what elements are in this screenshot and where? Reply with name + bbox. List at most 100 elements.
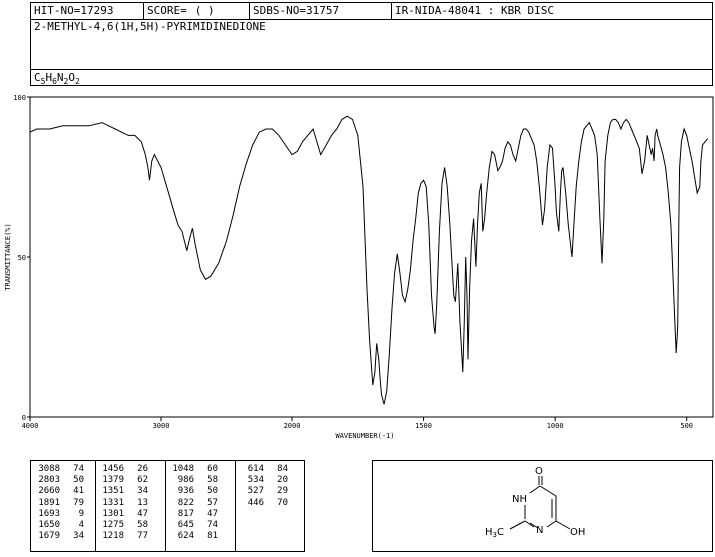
- peak-wavenumber: 1331: [102, 497, 124, 508]
- x-tick-label: 500: [680, 422, 693, 430]
- peak-wavenumber: 3088: [38, 464, 60, 474]
- score-value: ( ): [194, 4, 215, 17]
- column-divider: [235, 461, 236, 551]
- peak-row: 1456 26: [97, 464, 148, 475]
- peak-wavenumber: 1693: [38, 508, 60, 519]
- methyl-bond: [509, 520, 526, 530]
- peak-transmittance: 58: [137, 520, 148, 531]
- peak-wavenumber: 1218: [102, 531, 124, 542]
- peak-transmittance: 81: [207, 531, 218, 542]
- peak-transmittance: 79: [73, 497, 84, 508]
- peak-column: 1048 60 986 58 936 50 822 57 817 47 645 74 624 81: [167, 464, 218, 542]
- peak-wavenumber: 817: [177, 508, 194, 519]
- nh-group: NH: [512, 494, 527, 505]
- y-tick-label: 50: [18, 254, 26, 262]
- ir-method: IR-NIDA-48041 : KBR DISC: [395, 4, 554, 17]
- methyl-group: H3C: [485, 527, 504, 539]
- peak-wavenumber: 822: [177, 497, 194, 508]
- peak-transmittance: 62: [137, 475, 148, 486]
- peak-transmittance: 47: [137, 508, 148, 519]
- peak-wavenumber: 1379: [102, 475, 124, 486]
- peak-wavenumber: 614: [247, 464, 264, 474]
- peak-row: 1301 47: [97, 509, 148, 520]
- peak-row: 614 84: [237, 464, 288, 475]
- peak-wavenumber: 527: [247, 486, 264, 497]
- peak-row: 936 50: [167, 486, 218, 497]
- peak-wavenumber: 1301: [102, 508, 124, 519]
- x-tick-label: 1500: [415, 422, 432, 430]
- x-tick-label: 4000: [22, 422, 39, 430]
- peak-row: 1693 9: [33, 509, 84, 520]
- peak-wavenumber: 986: [177, 475, 194, 486]
- peak-transmittance: 77: [137, 531, 148, 542]
- y-tick-label: 100: [13, 94, 26, 102]
- peak-row: 1679 34: [33, 531, 84, 542]
- column-divider: [165, 461, 166, 551]
- peak-transmittance: 60: [207, 464, 218, 474]
- peak-wavenumber: 1048: [172, 464, 194, 474]
- y-axis-label: TRANSMITTANCE(%): [4, 223, 12, 290]
- peak-transmittance: 41: [73, 486, 84, 497]
- peak-column: 1456 26 1379 62 1351 34 1331 13 1301 47 1275 58 1218…: [97, 464, 148, 542]
- peak-row: 446 70: [237, 498, 288, 509]
- peak-row: 986 58: [167, 475, 218, 486]
- peak-transmittance: 58: [207, 475, 218, 486]
- peak-wavenumber: 936: [177, 486, 194, 497]
- ring-bond: [546, 520, 557, 528]
- peak-transmittance: 50: [207, 486, 218, 497]
- peak-wavenumber: 624: [177, 531, 194, 542]
- x-axis-label: WAVENUMBER(-1): [335, 432, 394, 440]
- peak-wavenumber: 1351: [102, 486, 124, 497]
- oxygen-atom: O: [535, 466, 543, 477]
- peak-row: 1218 77: [97, 531, 148, 542]
- peak-transmittance: 9: [78, 508, 84, 519]
- peak-wavenumber: 1456: [102, 464, 124, 474]
- peak-table: 3088 74 2803 50 2660 41 1891 79 1693 9 1650 4 1679 34…: [30, 460, 305, 552]
- peak-wavenumber: 446: [247, 497, 264, 508]
- x-tick-label: 3000: [153, 422, 170, 430]
- score-label: SCORE=: [147, 4, 187, 17]
- peak-wavenumber: 2803: [38, 475, 60, 486]
- peak-row: 645 74: [167, 520, 218, 531]
- molecule-structure: O NH N OH H3C: [485, 466, 585, 539]
- peak-row: 1275 58: [97, 520, 148, 531]
- hit-number: HIT-NO=17293: [31, 3, 144, 19]
- peak-row: 1891 79: [33, 498, 84, 509]
- peak-row: 1650 4: [33, 520, 84, 531]
- hydroxyl-group: OH: [570, 527, 585, 538]
- peak-transmittance: 20: [277, 475, 288, 486]
- peak-row: 1351 34: [97, 486, 148, 497]
- peak-row: 624 81: [167, 531, 218, 542]
- column-divider: [95, 461, 96, 551]
- peak-transmittance: 50: [73, 475, 84, 486]
- ring-bond: [524, 520, 535, 528]
- peak-row: 1331 13: [97, 498, 148, 509]
- header-top-row: HIT-NO=17293 SCORE= ( ) SDBS-NO=31757 IR-…: [31, 3, 712, 20]
- peak-transmittance: 29: [277, 486, 288, 497]
- peak-row: 3088 74: [33, 464, 84, 475]
- peak-column: 3088 74 2803 50 2660 41 1891 79 1693 9 1650 4 1679 34: [33, 464, 84, 542]
- y-tick-label: 0: [22, 414, 26, 422]
- ir-spectrum-chart: 4000 3000 2000 1500 1000 500100500 WAVENUMBER…: [4, 94, 714, 440]
- compound-name: 2-METHYL-4,6(1H,5H)-PYRIMIDINEDIONE: [34, 20, 266, 33]
- hydroxyl-bond: [555, 520, 571, 530]
- peak-row: 527 29: [237, 486, 288, 497]
- peak-row: 1379 62: [97, 475, 148, 486]
- ring-bond: [539, 485, 557, 497]
- peak-wavenumber: 2660: [38, 486, 60, 497]
- peak-transmittance: 74: [207, 520, 218, 531]
- peak-wavenumber: 1891: [38, 497, 60, 508]
- peak-transmittance: 70: [277, 497, 288, 508]
- peak-row: 817 47: [167, 509, 218, 520]
- peak-row: 2803 50: [33, 475, 84, 486]
- x-tick-label: 1000: [547, 422, 564, 430]
- spectrum-line-group: [29, 115, 709, 405]
- spectrum-line: [29, 115, 709, 405]
- peak-wavenumber: 534: [247, 475, 264, 486]
- spectrum-header: HIT-NO=17293 SCORE= ( ) SDBS-NO=31757 IR-…: [30, 2, 713, 86]
- peak-transmittance: 74: [73, 464, 84, 474]
- x-tick-label: 2000: [284, 422, 301, 430]
- ring-nitrogen: N: [536, 525, 543, 536]
- molecular-formula: C5H6N2O2: [31, 69, 712, 86]
- score-field: SCORE= ( ): [144, 3, 250, 19]
